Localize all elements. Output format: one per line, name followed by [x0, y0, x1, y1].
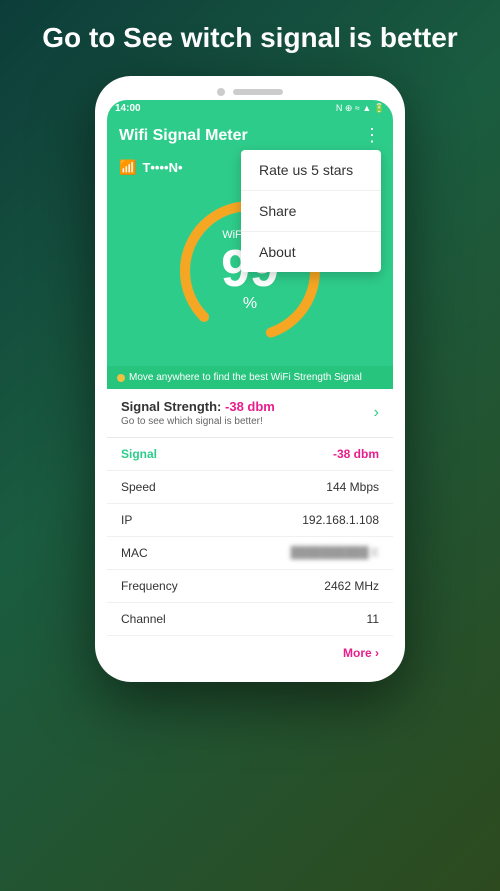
- status-bar: 14:00 N ⊕ ≈ ▲ 🔋: [107, 100, 393, 117]
- data-value-ip: 192.168.1.108: [302, 513, 379, 527]
- table-row: Signal -38 dbm: [107, 438, 393, 471]
- move-hint: Move anywhere to find the best WiFi Stre…: [107, 366, 393, 389]
- wifi-icon: 📶: [119, 159, 136, 176]
- signal-strength-value: -38 dbm: [225, 399, 275, 414]
- table-row: Channel 11: [107, 603, 393, 636]
- signal-strength-sub: Go to see which signal is better!: [121, 416, 275, 427]
- table-row: Speed 144 Mbps: [107, 471, 393, 504]
- page-title: Go to See witch signal is better: [12, 0, 487, 71]
- phone-mockup: 14:00 N ⊕ ≈ ▲ 🔋 Wifi Signal Meter ⋮ Rate…: [95, 76, 405, 682]
- more-link[interactable]: More ›: [343, 646, 379, 660]
- data-label-ip: IP: [121, 513, 132, 527]
- data-label-frequency: Frequency: [121, 579, 178, 593]
- status-time: 14:00: [115, 103, 141, 114]
- data-value-speed: 144 Mbps: [326, 480, 379, 494]
- data-label-speed: Speed: [121, 480, 156, 494]
- table-row: Frequency 2462 MHz: [107, 570, 393, 603]
- wifi-name: T••••N•: [142, 160, 182, 175]
- data-label-mac: MAC: [121, 546, 148, 560]
- app-title: Wifi Signal Meter: [119, 127, 248, 145]
- menu-button[interactable]: ⋮: [363, 125, 381, 146]
- signal-strength-card[interactable]: Signal Strength: -38 dbm Go to see which…: [107, 389, 393, 438]
- more-row: More ›: [107, 636, 393, 670]
- data-value-signal: -38 dbm: [333, 447, 379, 461]
- phone-screen: 14:00 N ⊕ ≈ ▲ 🔋 Wifi Signal Meter ⋮ Rate…: [107, 100, 393, 670]
- data-label-signal: Signal: [121, 447, 157, 461]
- data-label-channel: Channel: [121, 612, 166, 626]
- chevron-right-icon: ›: [374, 404, 379, 422]
- phone-camera: [217, 88, 225, 96]
- menu-item-share[interactable]: Share: [241, 191, 381, 232]
- signal-percent: %: [243, 295, 257, 313]
- signal-strength-title: Signal Strength: -38 dbm: [121, 399, 275, 414]
- app-header: Wifi Signal Meter ⋮: [107, 117, 393, 154]
- signal-strength-left: Signal Strength: -38 dbm Go to see which…: [121, 399, 275, 427]
- data-table: Signal -38 dbm Speed 144 Mbps IP 192.168…: [107, 438, 393, 670]
- dropdown-menu: Rate us 5 stars Share About: [241, 150, 381, 272]
- phone-speaker: [233, 89, 283, 95]
- data-value-mac: ██████████ E: [291, 547, 379, 559]
- data-value-channel: 11: [367, 612, 379, 626]
- menu-item-rate[interactable]: Rate us 5 stars: [241, 150, 381, 191]
- data-value-frequency: 2462 MHz: [324, 579, 379, 593]
- table-row: IP 192.168.1.108: [107, 504, 393, 537]
- menu-item-about[interactable]: About: [241, 232, 381, 272]
- table-row: MAC ██████████ E: [107, 537, 393, 570]
- phone-notch: [107, 88, 393, 96]
- hint-text: Move anywhere to find the best WiFi Stre…: [129, 372, 362, 383]
- hint-dot: [117, 374, 125, 382]
- status-icons: N ⊕ ≈ ▲ 🔋: [336, 103, 385, 114]
